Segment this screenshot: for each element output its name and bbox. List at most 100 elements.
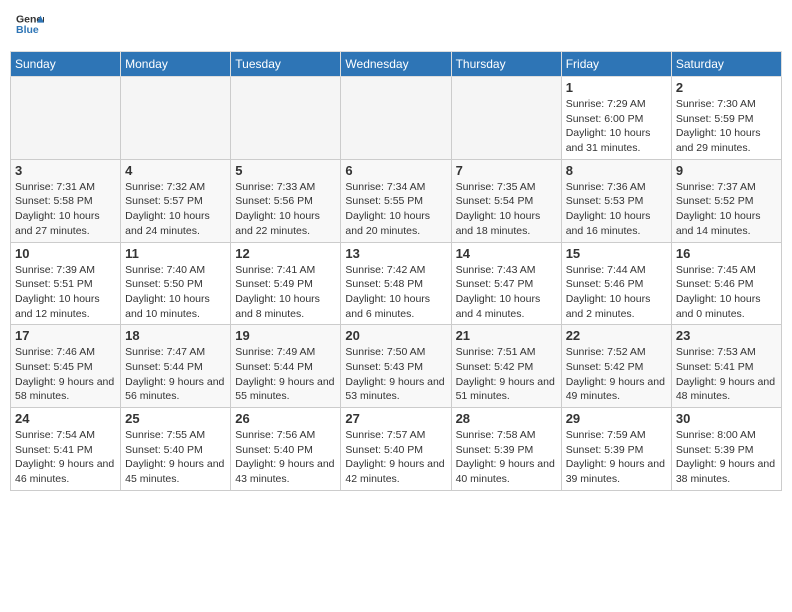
day-number: 13: [345, 246, 446, 261]
calendar-table: SundayMondayTuesdayWednesdayThursdayFrid…: [10, 51, 782, 491]
day-info: Sunrise: 7:54 AMSunset: 5:41 PMDaylight:…: [15, 428, 116, 487]
day-info: Sunrise: 7:53 AMSunset: 5:41 PMDaylight:…: [676, 345, 777, 404]
calendar-cell: 10 Sunrise: 7:39 AMSunset: 5:51 PMDayligh…: [11, 242, 121, 325]
day-number: 22: [566, 328, 667, 343]
day-info: Sunrise: 7:32 AMSunset: 5:57 PMDaylight:…: [125, 180, 226, 239]
day-info: Sunrise: 8:00 AMSunset: 5:39 PMDaylight:…: [676, 428, 777, 487]
day-number: 15: [566, 246, 667, 261]
day-info: Sunrise: 7:41 AMSunset: 5:49 PMDaylight:…: [235, 263, 336, 322]
week-row-1: 1 Sunrise: 7:29 AMSunset: 6:00 PMDaylight…: [11, 77, 782, 160]
week-row-5: 24 Sunrise: 7:54 AMSunset: 5:41 PMDayligh…: [11, 408, 782, 491]
calendar-cell: [341, 77, 451, 160]
day-number: 12: [235, 246, 336, 261]
day-info: Sunrise: 7:40 AMSunset: 5:50 PMDaylight:…: [125, 263, 226, 322]
calendar-cell: 24 Sunrise: 7:54 AMSunset: 5:41 PMDayligh…: [11, 408, 121, 491]
day-number: 16: [676, 246, 777, 261]
calendar-cell: 8 Sunrise: 7:36 AMSunset: 5:53 PMDaylight…: [561, 159, 671, 242]
day-number: 23: [676, 328, 777, 343]
day-info: Sunrise: 7:37 AMSunset: 5:52 PMDaylight:…: [676, 180, 777, 239]
calendar-cell: 20 Sunrise: 7:50 AMSunset: 5:43 PMDayligh…: [341, 325, 451, 408]
day-info: Sunrise: 7:49 AMSunset: 5:44 PMDaylight:…: [235, 345, 336, 404]
weekday-saturday: Saturday: [671, 52, 781, 77]
day-info: Sunrise: 7:39 AMSunset: 5:51 PMDaylight:…: [15, 263, 116, 322]
calendar-cell: 7Sunrise: 7:35 AMSunset: 5:54 PMDaylight…: [451, 159, 561, 242]
weekday-monday: Monday: [121, 52, 231, 77]
day-info: Sunrise: 7:31 AMSunset: 5:58 PMDaylight:…: [15, 180, 116, 239]
day-number: 10: [15, 246, 116, 261]
day-info: Sunrise: 7:50 AMSunset: 5:43 PMDaylight:…: [345, 345, 446, 404]
day-info: Sunrise: 7:30 AMSunset: 5:59 PMDaylight:…: [676, 97, 777, 156]
calendar-cell: [121, 77, 231, 160]
calendar-cell: 22 Sunrise: 7:52 AMSunset: 5:42 PMDayligh…: [561, 325, 671, 408]
calendar-cell: 2Sunrise: 7:30 AMSunset: 5:59 PMDaylight…: [671, 77, 781, 160]
day-number: 7: [456, 163, 557, 178]
day-info: Sunrise: 7:46 AMSunset: 5:45 PMDaylight:…: [15, 345, 116, 404]
calendar-cell: 1 Sunrise: 7:29 AMSunset: 6:00 PMDaylight…: [561, 77, 671, 160]
week-row-4: 17 Sunrise: 7:46 AMSunset: 5:45 PMDayligh…: [11, 325, 782, 408]
day-number: 28: [456, 411, 557, 426]
day-number: 20: [345, 328, 446, 343]
logo: General Blue: [14, 10, 44, 43]
logo-icon: General Blue: [16, 10, 44, 38]
day-number: 18: [125, 328, 226, 343]
day-number: 4: [125, 163, 226, 178]
calendar-cell: 23 Sunrise: 7:53 AMSunset: 5:41 PMDayligh…: [671, 325, 781, 408]
day-number: 6: [345, 163, 446, 178]
day-number: 17: [15, 328, 116, 343]
day-number: 3: [15, 163, 116, 178]
calendar-cell: 9 Sunrise: 7:37 AMSunset: 5:52 PMDaylight…: [671, 159, 781, 242]
day-info: Sunrise: 7:36 AMSunset: 5:53 PMDaylight:…: [566, 180, 667, 239]
calendar-cell: 28 Sunrise: 7:58 AMSunset: 5:39 PMDayligh…: [451, 408, 561, 491]
week-row-2: 3 Sunrise: 7:31 AMSunset: 5:58 PMDaylight…: [11, 159, 782, 242]
day-info: Sunrise: 7:34 AMSunset: 5:55 PMDaylight:…: [345, 180, 446, 239]
calendar-cell: 5 Sunrise: 7:33 AMSunset: 5:56 PMDaylight…: [231, 159, 341, 242]
svg-text:Blue: Blue: [16, 24, 39, 36]
weekday-wednesday: Wednesday: [341, 52, 451, 77]
day-number: 14: [456, 246, 557, 261]
day-info: Sunrise: 7:42 AMSunset: 5:48 PMDaylight:…: [345, 263, 446, 322]
calendar-cell: 18 Sunrise: 7:47 AMSunset: 5:44 PMDayligh…: [121, 325, 231, 408]
calendar-cell: 13 Sunrise: 7:42 AMSunset: 5:48 PMDayligh…: [341, 242, 451, 325]
calendar-cell: 16 Sunrise: 7:45 AMSunset: 5:46 PMDayligh…: [671, 242, 781, 325]
day-info: Sunrise: 7:59 AMSunset: 5:39 PMDaylight:…: [566, 428, 667, 487]
day-info: Sunrise: 7:56 AMSunset: 5:40 PMDaylight:…: [235, 428, 336, 487]
day-info: Sunrise: 7:57 AMSunset: 5:40 PMDaylight:…: [345, 428, 446, 487]
calendar-cell: 25Sunrise: 7:55 AMSunset: 5:40 PMDayligh…: [121, 408, 231, 491]
day-number: 29: [566, 411, 667, 426]
weekday-friday: Friday: [561, 52, 671, 77]
day-number: 24: [15, 411, 116, 426]
day-number: 5: [235, 163, 336, 178]
calendar-cell: 14 Sunrise: 7:43 AMSunset: 5:47 PMDayligh…: [451, 242, 561, 325]
week-row-3: 10 Sunrise: 7:39 AMSunset: 5:51 PMDayligh…: [11, 242, 782, 325]
page-header: General Blue: [10, 10, 782, 43]
day-info: Sunrise: 7:58 AMSunset: 5:39 PMDaylight:…: [456, 428, 557, 487]
day-number: 9: [676, 163, 777, 178]
calendar-cell: 26 Sunrise: 7:56 AMSunset: 5:40 PMDayligh…: [231, 408, 341, 491]
calendar-cell: 6 Sunrise: 7:34 AMSunset: 5:55 PMDaylight…: [341, 159, 451, 242]
weekday-sunday: Sunday: [11, 52, 121, 77]
calendar-cell: 17 Sunrise: 7:46 AMSunset: 5:45 PMDayligh…: [11, 325, 121, 408]
day-info: Sunrise: 7:29 AMSunset: 6:00 PMDaylight:…: [566, 97, 667, 156]
weekday-thursday: Thursday: [451, 52, 561, 77]
day-info: Sunrise: 7:33 AMSunset: 5:56 PMDaylight:…: [235, 180, 336, 239]
calendar-cell: 15Sunrise: 7:44 AMSunset: 5:46 PMDayligh…: [561, 242, 671, 325]
calendar-cell: [11, 77, 121, 160]
day-info: Sunrise: 7:43 AMSunset: 5:47 PMDaylight:…: [456, 263, 557, 322]
calendar-cell: [451, 77, 561, 160]
day-number: 11: [125, 246, 226, 261]
calendar-cell: 29 Sunrise: 7:59 AMSunset: 5:39 PMDayligh…: [561, 408, 671, 491]
day-info: Sunrise: 7:45 AMSunset: 5:46 PMDaylight:…: [676, 263, 777, 322]
calendar-cell: 11 Sunrise: 7:40 AMSunset: 5:50 PMDayligh…: [121, 242, 231, 325]
calendar-cell: 12 Sunrise: 7:41 AMSunset: 5:49 PMDayligh…: [231, 242, 341, 325]
calendar-cell: [231, 77, 341, 160]
calendar-cell: 21Sunrise: 7:51 AMSunset: 5:42 PMDayligh…: [451, 325, 561, 408]
calendar-cell: 19Sunrise: 7:49 AMSunset: 5:44 PMDayligh…: [231, 325, 341, 408]
day-info: Sunrise: 7:52 AMSunset: 5:42 PMDaylight:…: [566, 345, 667, 404]
day-number: 1: [566, 80, 667, 95]
day-info: Sunrise: 7:47 AMSunset: 5:44 PMDaylight:…: [125, 345, 226, 404]
weekday-header-row: SundayMondayTuesdayWednesdayThursdayFrid…: [11, 52, 782, 77]
calendar-cell: 3 Sunrise: 7:31 AMSunset: 5:58 PMDaylight…: [11, 159, 121, 242]
day-number: 8: [566, 163, 667, 178]
day-number: 26: [235, 411, 336, 426]
day-info: Sunrise: 7:55 AMSunset: 5:40 PMDaylight:…: [125, 428, 226, 487]
